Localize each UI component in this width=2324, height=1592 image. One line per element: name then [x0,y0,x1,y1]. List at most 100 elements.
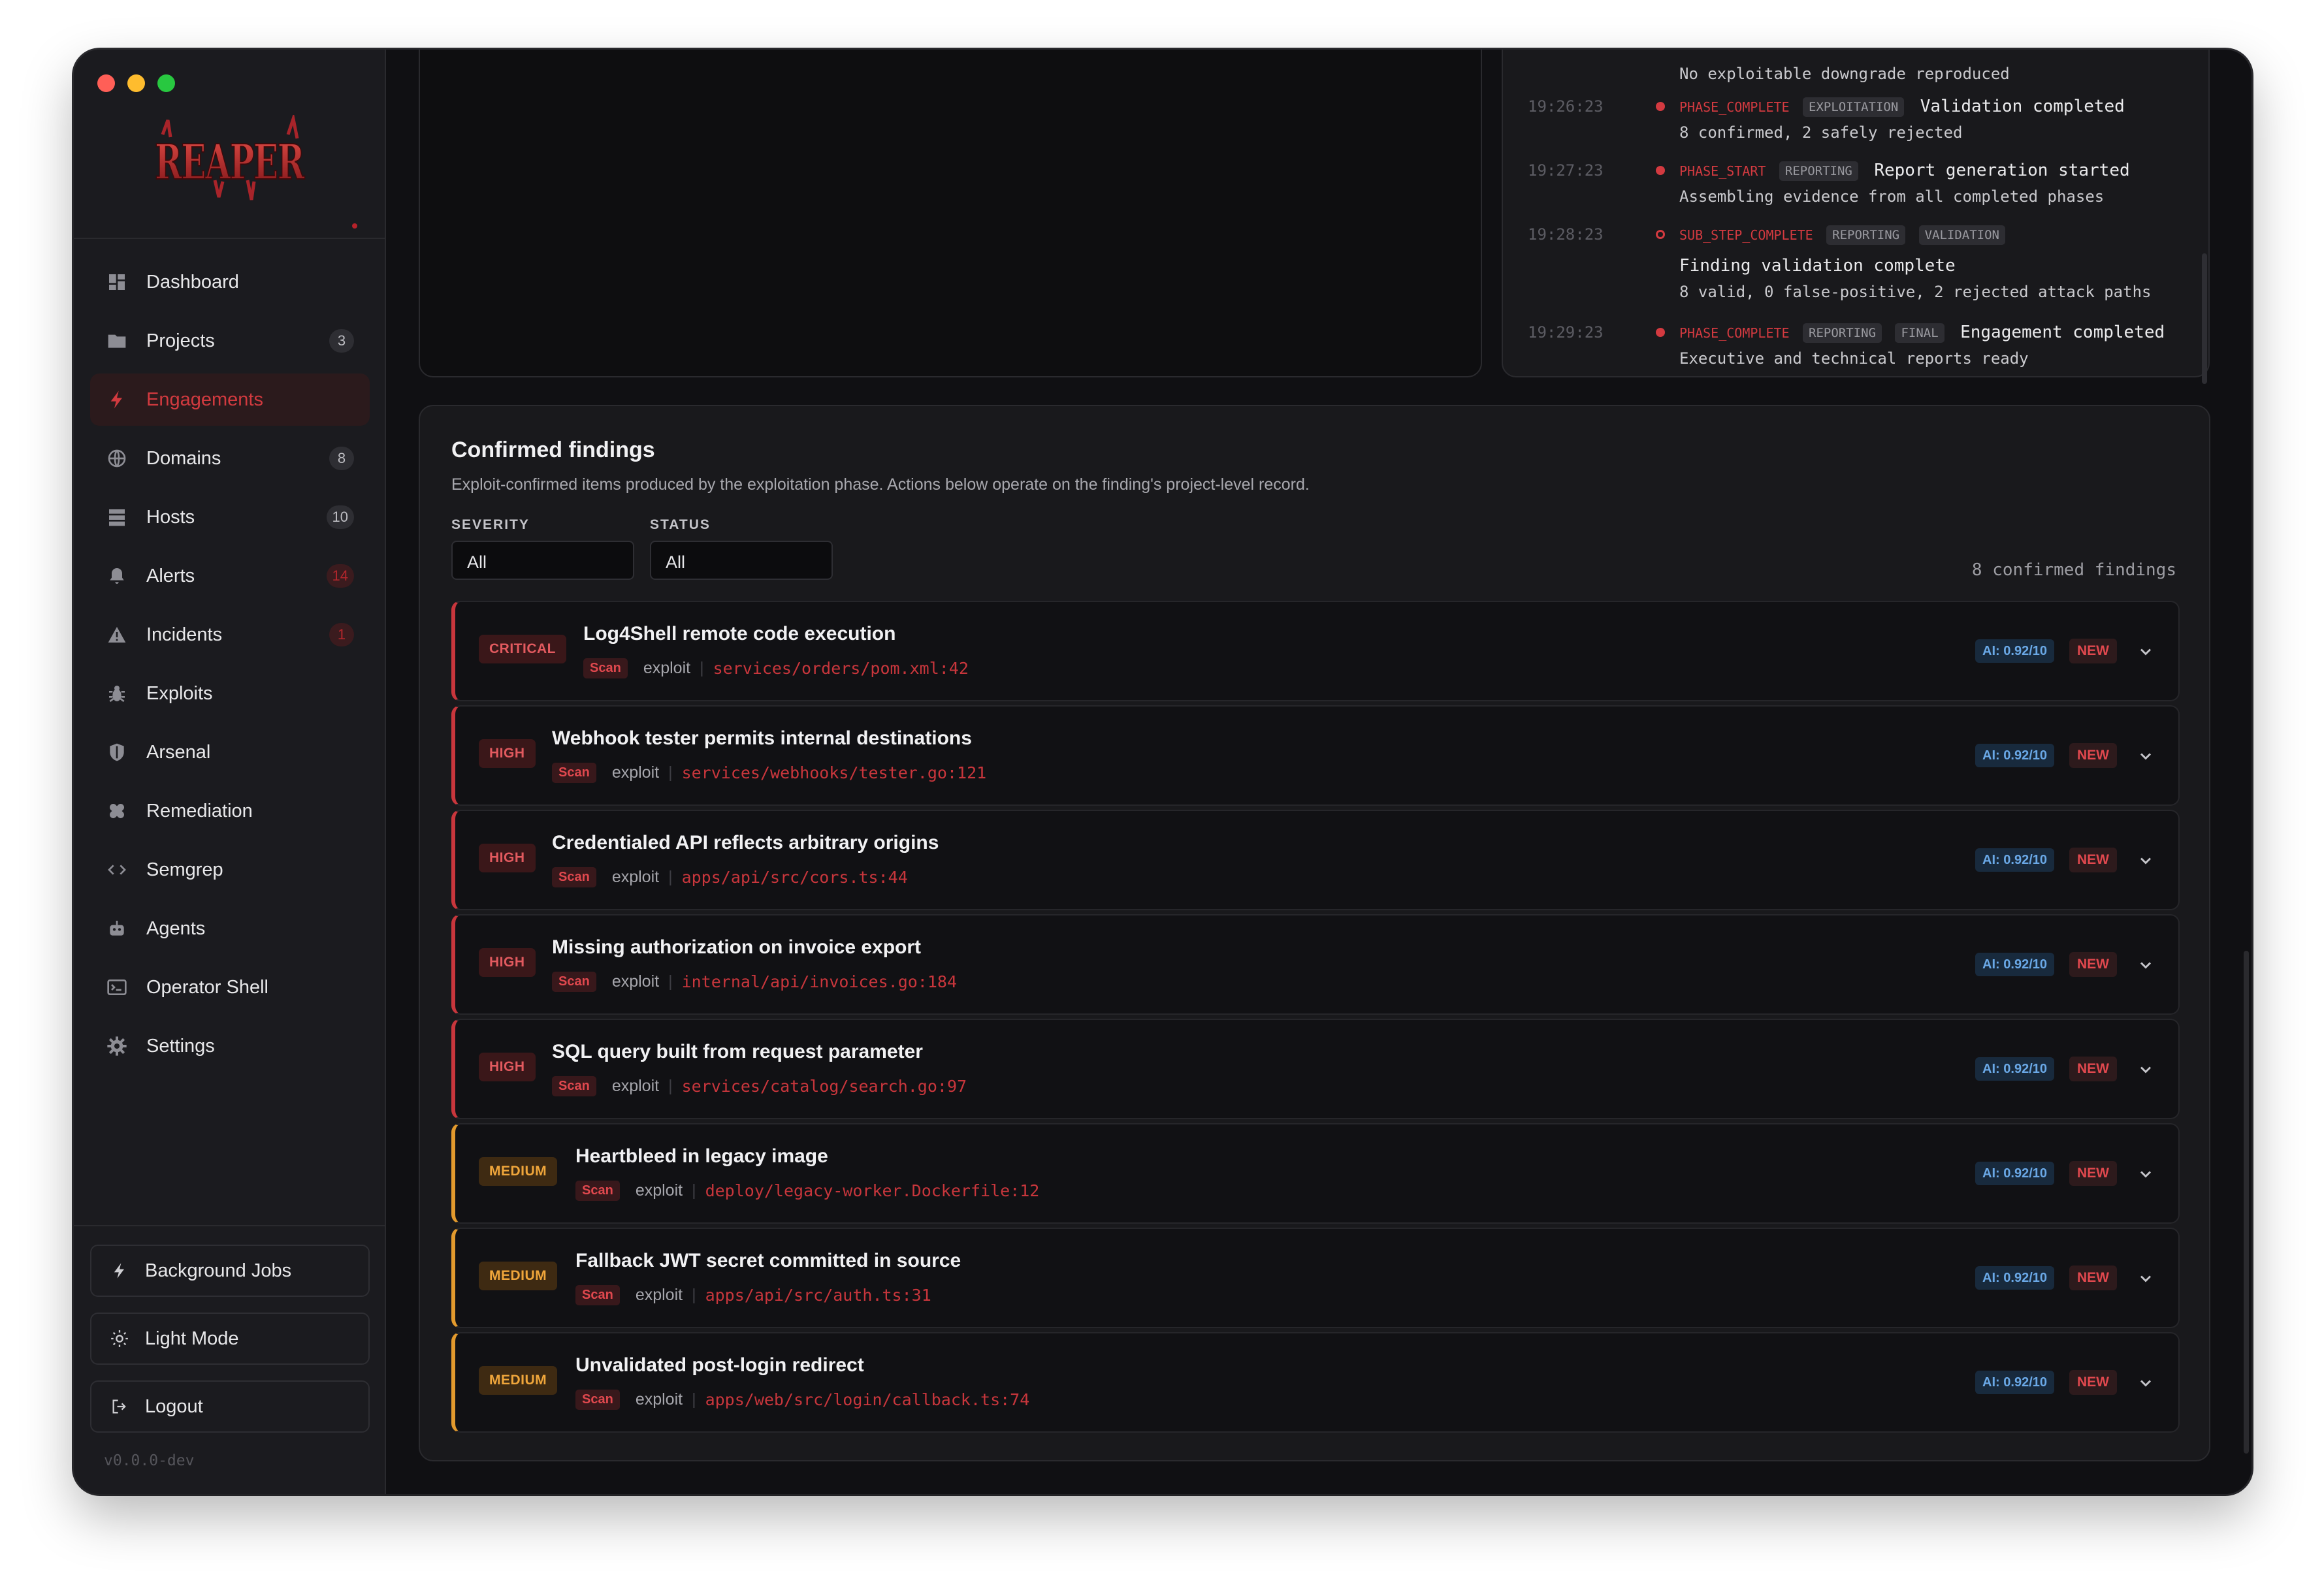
sidebar-item-exploits[interactable]: Exploits [90,667,370,720]
finding-card[interactable]: HIGH SQL query built from request parame… [451,1019,2180,1119]
log-detail: Executive and technical reports ready [1679,349,2029,368]
finding-card[interactable]: MEDIUM Fallback JWT secret committed in … [451,1228,2180,1328]
sidebar-item-incidents[interactable]: Incidents 1 [90,609,370,661]
sidebar-item-hosts[interactable]: Hosts 10 [90,491,370,543]
finding-card[interactable]: HIGH Credentialed API reflects arbitrary… [451,810,2180,910]
finding-card[interactable]: MEDIUM Heartbleed in legacy image Scan e… [451,1123,2180,1224]
sidebar-item-operator-shell[interactable]: Operator Shell [90,961,370,1013]
background-jobs-button[interactable]: Background Jobs [90,1245,370,1297]
sidebar-item-arsenal[interactable]: Arsenal [90,726,370,778]
log-entry: 19:27:23 PHASE_START REPORTING Report ge… [1528,157,2201,215]
source-badge: Scan [552,972,596,992]
log-time: 19:27:23 [1528,161,1604,180]
app-window: REAPER Dashboard Projects 3 Engagements [74,50,2251,1494]
severity-filter-label: SEVERITY [451,517,530,532]
status-filter-select[interactable]: All [650,541,833,580]
close-window-button[interactable] [97,74,115,92]
sidebar-item-label: Alerts [146,565,195,586]
ai-score-badge: AI: 0.92/10 [1975,1371,2054,1394]
zoom-window-button[interactable] [157,74,175,92]
chevron-down-icon[interactable] [2137,956,2155,974]
sidebar-item-domains[interactable]: Domains 8 [90,432,370,485]
light-mode-toggle[interactable]: Light Mode [90,1313,370,1365]
chevron-down-icon[interactable] [2137,643,2155,661]
file-path-link[interactable]: deploy/legacy-worker.Dockerfile:12 [705,1181,1040,1200]
log-event: SUB_STEP_COMPLETE [1679,227,1813,243]
finding-card[interactable]: CRITICAL Log4Shell remote code execution… [451,601,2180,701]
meta-separator: | [668,972,673,991]
minimize-window-button[interactable] [127,74,145,92]
count-badge: 8 [329,447,354,470]
sidebar-item-alerts[interactable]: Alerts 14 [90,550,370,602]
file-path-link[interactable]: internal/api/invoices.go:184 [682,972,957,991]
file-path-link[interactable]: services/catalog/search.go:97 [682,1077,967,1096]
sidebar-item-label: Operator Shell [146,976,268,998]
log-scrollbar[interactable] [2202,253,2207,384]
log-event: PHASE_COMPLETE [1679,325,1790,341]
sidebar-item-engagements[interactable]: Engagements [90,374,370,426]
ai-score-badge: AI: 0.92/10 [1975,744,2054,767]
light-mode-label: Light Mode [145,1328,239,1349]
logout-button[interactable]: Logout [90,1380,370,1433]
count-badge: 10 [326,505,354,529]
log-tag: REPORTING [1779,161,1858,181]
bolt-icon [110,1261,129,1281]
sidebar-item-semgrep[interactable]: Semgrep [90,844,370,896]
log-headline: Report generation started [1874,161,2130,180]
finding-kind: exploit [611,763,660,782]
ai-score-badge: AI: 0.92/10 [1975,953,2054,976]
reaper-logo-icon: REAPER [154,112,307,200]
source-badge: Scan [552,867,596,887]
chevron-down-icon[interactable] [2137,1374,2155,1392]
severity-badge: MEDIUM [479,1262,558,1290]
severity-badge: MEDIUM [479,1366,558,1395]
finding-meta: Scan exploit | internal/api/invoices.go:… [552,972,957,992]
log-entry: 19:28:23 SUB_STEP_COMPLETE REPORTING VAL… [1528,221,2201,301]
activity-log-panel[interactable]: No exploitable downgrade reproduced 19:2… [1502,50,2210,384]
finding-meta: Scan exploit | deploy/legacy-worker.Dock… [575,1181,1039,1201]
chevron-down-icon[interactable] [2137,852,2155,870]
log-headline: Validation completed [1920,97,2125,116]
log-detail: 8 valid, 0 false-positive, 2 rejected at… [1679,283,2152,301]
robot-icon [106,917,128,940]
sidebar-item-settings[interactable]: Settings [90,1020,370,1072]
sidebar-item-label: Semgrep [146,859,223,880]
chevron-down-icon[interactable] [2137,1060,2155,1079]
main-scrollbar[interactable] [2244,951,2249,1454]
file-path-link[interactable]: services/webhooks/tester.go:121 [682,763,987,782]
sidebar-item-dashboard[interactable]: Dashboard [90,256,370,308]
logout-icon [110,1397,129,1416]
window-controls [97,74,175,92]
severity-badge: HIGH [479,948,536,977]
file-path-link[interactable]: apps/api/src/auth.ts:31 [705,1286,931,1305]
sidebar-footer-divider [74,1225,385,1226]
meta-separator: | [668,763,673,782]
sidebar-item-label: Arsenal [146,741,211,763]
sidebar-item-projects[interactable]: Projects 3 [90,315,370,367]
finding-card[interactable]: HIGH Missing authorization on invoice ex… [451,914,2180,1015]
chevron-down-icon[interactable] [2137,1269,2155,1288]
file-path-link[interactable]: services/orders/pom.xml:42 [713,659,969,678]
logo-wordmark: REAPER [155,135,305,191]
dashboard-icon [106,271,128,293]
file-path-link[interactable]: apps/web/src/login/callback.ts:74 [705,1390,1030,1409]
file-path-link[interactable]: apps/api/src/cors.ts:44 [682,868,908,887]
finding-card[interactable]: MEDIUM Unvalidated post-login redirect S… [451,1332,2180,1433]
log-detail: No exploitable downgrade reproduced [1679,65,2010,83]
finding-title: Webhook tester permits internal destinat… [552,727,972,749]
finding-card[interactable]: HIGH Webhook tester permits internal des… [451,705,2180,806]
chevron-down-icon[interactable] [2137,1165,2155,1183]
reaper-logo[interactable]: REAPER [150,112,309,210]
bell-icon [106,565,128,587]
log-status-dot [1656,328,1665,337]
folder-icon [106,330,128,352]
warning-icon [106,624,128,646]
sidebar-item-agents[interactable]: Agents [90,902,370,955]
sidebar-item-remediation[interactable]: Remediation [90,785,370,837]
sidebar-item-label: Projects [146,330,215,351]
severity-filter-select[interactable]: All [451,541,634,580]
chevron-down-icon[interactable] [2137,747,2155,765]
finding-kind: exploit [611,972,660,991]
meta-separator: | [692,1286,696,1304]
source-badge: Scan [575,1390,620,1410]
